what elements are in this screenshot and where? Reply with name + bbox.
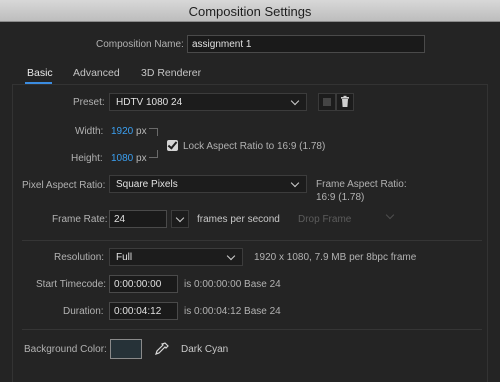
background-color-swatch[interactable] [110,339,142,359]
chevron-down-icon [290,178,300,188]
composition-name-input[interactable]: assignment 1 [187,35,425,53]
save-preset-icon [323,98,331,106]
resolution-label: Resolution: [54,252,105,263]
preset-dropdown[interactable]: HDTV 1080 24 [109,93,307,111]
background-color-name: Dark Cyan [181,344,229,355]
trash-icon [341,95,349,107]
drop-frame-dropdown[interactable]: Drop Frame [298,214,351,225]
divider [22,240,482,241]
frame-rate-unit: frames per second [197,214,280,225]
frame-rate-dropdown[interactable] [171,210,189,228]
tab-basic[interactable]: Basic [27,67,53,79]
eyedropper-icon [155,342,169,355]
pixel-aspect-value: Square Pixels [116,179,178,190]
delete-preset-button[interactable] [336,93,354,111]
frame-aspect-label: Frame Aspect Ratio: [316,179,407,190]
tab-3d-renderer[interactable]: 3D Renderer [141,67,201,79]
chevron-down-icon [226,251,236,261]
start-timecode-info: is 0:00:00:00 Base 24 [184,279,281,290]
height-label: Height: [71,153,103,164]
lock-aspect-label: Lock Aspect Ratio to 16:9 (1.78) [183,141,326,152]
frame-rate-input[interactable]: 24 [109,210,167,228]
eyedropper-button[interactable] [153,340,171,358]
height-value[interactable]: 1080 [111,153,133,164]
window-title: Composition Settings [188,4,312,19]
chevron-down-icon [175,213,185,223]
height-unit: px [136,153,147,164]
pixel-aspect-label: Pixel Aspect Ratio: [22,180,106,191]
width-value-group: 1920 px [111,126,147,137]
width-value[interactable]: 1920 [111,126,133,137]
chevron-down-icon [290,96,300,106]
lock-aspect-checkbox[interactable] [167,140,178,151]
preset-value: HDTV 1080 24 [116,97,183,108]
frame-rate-label: Frame Rate: [52,214,108,225]
divider [22,329,482,330]
width-unit: px [136,126,147,137]
start-timecode-input[interactable]: 0:00:00:00 [109,275,178,293]
duration-info: is 0:00:04:12 Base 24 [184,306,281,317]
resolution-value: Full [116,252,133,263]
duration-input[interactable]: 0:00:04:12 [109,302,178,320]
height-value-group: 1080 px [111,153,147,164]
save-preset-button[interactable] [318,93,336,111]
preset-label: Preset: [73,97,105,108]
title-bar: Composition Settings [0,0,500,22]
resolution-info: 1920 x 1080, 7.9 MB per 8bpc frame [254,252,417,263]
duration-label: Duration: [63,306,104,317]
tab-advanced[interactable]: Advanced [73,67,120,79]
resolution-dropdown[interactable]: Full [109,248,243,266]
link-bracket-bottom [149,150,158,158]
background-color-label: Background Color: [24,344,107,355]
frame-aspect-value: 16:9 (1.78) [316,192,365,203]
pixel-aspect-dropdown[interactable]: Square Pixels [109,175,307,193]
width-label: Width: [75,126,104,137]
start-timecode-label: Start Timecode: [36,279,107,290]
composition-name-label: Composition Name: [96,39,184,50]
link-bracket-top [149,128,158,136]
